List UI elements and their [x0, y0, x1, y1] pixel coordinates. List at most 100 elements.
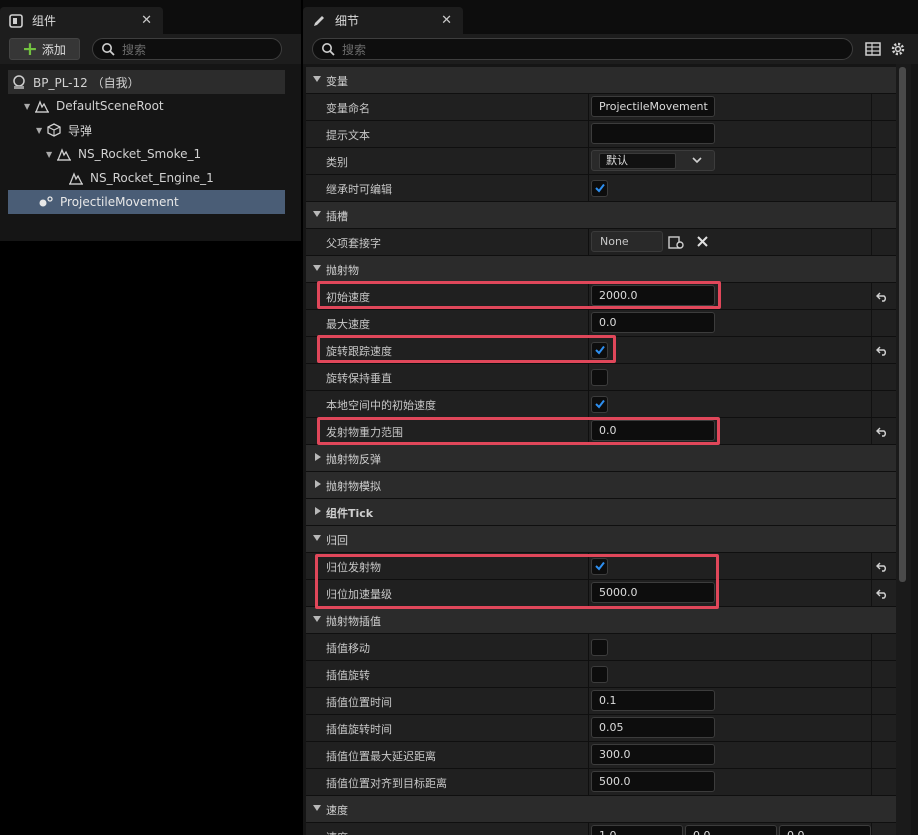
details-search-placeholder: 搜索: [342, 42, 367, 57]
velocity-z-input[interactable]: 0.0: [779, 825, 871, 835]
tree-item-label: BP_PL-12 （自我）: [33, 75, 140, 90]
category-interpolation[interactable]: 抛射物插值: [306, 607, 896, 634]
details-panel: 细节 ✕ 搜索 变量 变量命名 ProjectileMovement 提示文本 …: [303, 0, 918, 835]
property-row-rotation-follows: 旋转跟踪速度: [306, 337, 896, 364]
property-label: 继承时可编辑: [326, 183, 392, 196]
property-row-rotation-vertical: 旋转保持垂直: [306, 364, 896, 391]
category-variable[interactable]: 变量: [306, 67, 896, 94]
niagara-system-icon: [57, 148, 72, 161]
rotation-remains-vertical-checkbox[interactable]: [591, 369, 608, 386]
gravity-scale-input[interactable]: 0.0: [591, 420, 715, 441]
expand-arrow-icon[interactable]: [313, 805, 321, 811]
property-row-gravity-scale: 发射物重力范围 0.0: [306, 418, 896, 445]
tree-item-projectile-movement[interactable]: ProjectileMovement: [8, 190, 285, 214]
checkmark-icon: [595, 183, 605, 193]
category-label: 归回: [326, 534, 348, 547]
tree-item-rocket-engine[interactable]: NS_Rocket_Engine_1: [8, 166, 285, 190]
property-label: 类别: [326, 156, 348, 169]
reset-to-default-icon[interactable]: [876, 588, 888, 599]
local-initial-velocity-checkbox[interactable]: [591, 396, 608, 413]
details-search-input[interactable]: 搜索: [312, 38, 853, 60]
category-label: 插槽: [326, 210, 348, 223]
reset-to-default-icon[interactable]: [876, 426, 888, 437]
tree-item-default-scene-root[interactable]: ▼ DefaultSceneRoot: [8, 94, 285, 118]
gear-icon[interactable]: [889, 40, 907, 58]
expand-arrow-icon[interactable]: [315, 480, 321, 488]
expand-arrow-icon[interactable]: [313, 265, 321, 271]
property-row-editable-inherit: 继承时可编辑: [306, 175, 896, 202]
interp-location-time-input[interactable]: 0.1: [591, 690, 715, 711]
tree-item-label: NS_Rocket_Engine_1: [90, 171, 214, 185]
details-tab[interactable]: 细节 ✕: [303, 7, 463, 34]
interp-snap-distance-input[interactable]: 500.0: [591, 771, 715, 792]
interp-rotation-time-input[interactable]: 0.05: [591, 717, 715, 738]
velocity-x-input[interactable]: 1.0: [591, 825, 683, 835]
property-row-category: 类别 默认: [306, 148, 896, 175]
tree-item-rocket-smoke[interactable]: ▼ NS_Rocket_Smoke_1: [8, 142, 285, 166]
checkmark-icon: [595, 345, 605, 355]
property-label: 旋转跟踪速度: [326, 345, 392, 358]
components-search-placeholder: 搜索: [122, 42, 147, 57]
category-simulation[interactable]: 抛射物模拟: [306, 472, 896, 499]
is-homing-projectile-checkbox[interactable]: [591, 558, 608, 575]
category-homing[interactable]: 归回: [306, 526, 896, 553]
collapse-arrow-icon[interactable]: ▼: [36, 126, 46, 135]
category-projectile[interactable]: 抛射物: [306, 256, 896, 283]
tooltip-input[interactable]: [591, 123, 715, 144]
interp-max-lag-input[interactable]: 300.0: [591, 744, 715, 765]
category-slot[interactable]: 插槽: [306, 202, 896, 229]
rotation-follows-velocity-checkbox[interactable]: [591, 342, 608, 359]
property-label: 发射物重力范围: [326, 426, 403, 439]
interp-movement-checkbox[interactable]: [591, 639, 608, 656]
components-tab[interactable]: 组件 ✕: [0, 7, 163, 34]
initial-speed-input[interactable]: 2000.0: [591, 285, 715, 306]
category-velocity[interactable]: 速度: [306, 796, 896, 823]
property-row-velocity: 速度 1.0 0.0 0.0: [306, 823, 896, 835]
category-bounce[interactable]: 抛射物反弹: [306, 445, 896, 472]
browse-socket-icon[interactable]: [668, 234, 685, 251]
expand-arrow-icon[interactable]: [315, 507, 321, 515]
property-row-tooltip: 提示文本: [306, 121, 896, 148]
expand-arrow-icon[interactable]: [313, 76, 321, 82]
property-row-parent-socket: 父项套接字 None: [306, 229, 896, 256]
expand-arrow-icon[interactable]: [315, 453, 321, 461]
collapse-arrow-icon[interactable]: ▼: [46, 150, 56, 159]
interp-rotation-checkbox[interactable]: [591, 666, 608, 683]
close-icon[interactable]: ✕: [441, 13, 452, 28]
category-label: 变量: [326, 75, 348, 88]
max-speed-input[interactable]: 0.0: [591, 312, 715, 333]
property-row-max-speed: 最大速度 0.0: [306, 310, 896, 337]
reset-to-default-icon[interactable]: [876, 561, 888, 572]
property-row-interp-move: 插值移动: [306, 634, 896, 661]
reset-to-default-icon[interactable]: [876, 345, 888, 356]
close-icon[interactable]: ✕: [141, 13, 152, 28]
clear-icon[interactable]: [696, 235, 709, 248]
tree-item-self[interactable]: BP_PL-12 （自我）: [8, 70, 285, 94]
category-combo[interactable]: 默认: [591, 150, 715, 171]
property-row-interp-snap: 插值位置对齐到目标距离 500.0: [306, 769, 896, 796]
components-search-input[interactable]: 搜索: [92, 38, 282, 60]
property-label: 最大速度: [326, 318, 370, 331]
movement-component-icon: [39, 196, 53, 207]
expand-arrow-icon[interactable]: [313, 211, 321, 217]
editable-inherit-checkbox[interactable]: [591, 180, 608, 197]
property-matrix-icon[interactable]: [864, 40, 882, 58]
expand-arrow-icon[interactable]: [313, 616, 321, 622]
property-label: 变量命名: [326, 102, 370, 115]
property-label: 插值位置时间: [326, 696, 392, 709]
property-label: 旋转保持垂直: [326, 372, 392, 385]
category-component-tick[interactable]: 组件Tick: [306, 499, 896, 526]
homing-acceleration-input[interactable]: 5000.0: [591, 582, 715, 603]
category-label: 抛射物模拟: [326, 480, 381, 493]
parent-socket-field[interactable]: None: [591, 231, 663, 252]
property-label: 父项套接字: [326, 237, 381, 250]
reset-to-default-icon[interactable]: [876, 291, 888, 302]
property-row-homing-accel: 归位加速量级 5000.0: [306, 580, 896, 607]
details-scrollbar-thumb[interactable]: [899, 67, 906, 582]
tree-item-missile[interactable]: ▼ 导弹: [8, 118, 285, 142]
collapse-arrow-icon[interactable]: ▼: [24, 102, 34, 111]
expand-arrow-icon[interactable]: [313, 535, 321, 541]
velocity-y-input[interactable]: 0.0: [685, 825, 777, 835]
var-name-input[interactable]: ProjectileMovement: [591, 96, 715, 117]
add-component-button[interactable]: + 添加: [9, 38, 80, 60]
